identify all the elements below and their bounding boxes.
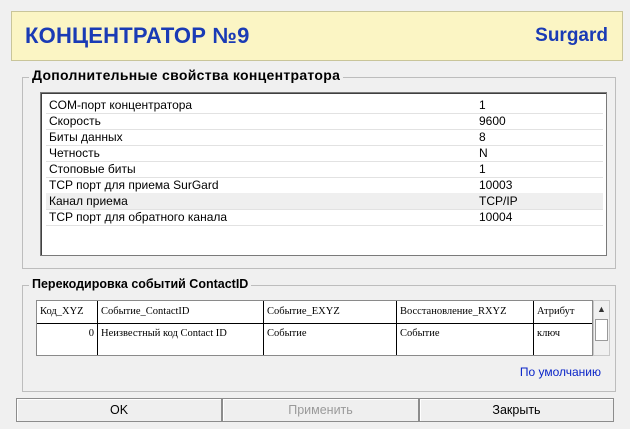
grid-scrollbar[interactable]: ▲ — [593, 300, 610, 356]
property-value: 8 — [479, 130, 486, 144]
close-button[interactable]: Закрыть — [419, 398, 614, 422]
contactid-recode-group: Перекодировка событий ContactID Код_XYZ … — [22, 277, 616, 392]
cell-code[interactable]: 0 — [37, 324, 98, 355]
scroll-thumb[interactable] — [595, 319, 608, 341]
property-name: Четность — [49, 146, 100, 160]
property-value: 10003 — [479, 178, 513, 192]
column-header-attribute[interactable]: Атрибут — [534, 301, 592, 324]
column-header-exyz[interactable]: Событие_EXYZ — [264, 301, 397, 324]
property-row[interactable]: TCP порт для приема SurGard 10003 — [46, 177, 603, 194]
property-value: TCP/IP — [479, 194, 518, 208]
brand-label: Surgard — [535, 25, 608, 46]
property-value: 1 — [479, 98, 486, 112]
hub-title: КОНЦЕНТРАТОР №9 — [25, 23, 250, 48]
title-banner: КОНЦЕНТРАТОР №9 Surgard — [11, 11, 623, 61]
property-name: TCP порт для приема SurGard — [49, 178, 219, 192]
property-row[interactable]: Биты данных 8 — [46, 129, 603, 146]
cell-exyz[interactable]: Событие — [264, 324, 397, 355]
contactid-recode-title: Перекодировка событий ContactID — [29, 277, 252, 291]
property-name: TCP порт для обратного канала — [49, 210, 228, 224]
property-row[interactable]: TCP порт для обратного канала 10004 — [46, 209, 603, 226]
column-header-contactid-event[interactable]: Событие_ContactID — [98, 301, 264, 324]
cell-attribute[interactable]: ключ — [534, 324, 592, 355]
cell-contactid-event[interactable]: Неизвестный код Contact ID — [98, 324, 264, 355]
default-link[interactable]: По умолчанию — [520, 365, 601, 379]
column-header-code[interactable]: Код_XYZ — [37, 301, 98, 324]
cell-rxyz[interactable]: Событие — [397, 324, 534, 355]
recode-grid[interactable]: Код_XYZ Событие_ContactID Событие_EXYZ В… — [36, 300, 593, 356]
apply-button[interactable]: Применить — [222, 398, 419, 422]
scroll-up-icon[interactable]: ▲ — [597, 304, 606, 314]
property-row[interactable]: COM-порт концентратора 1 — [46, 97, 603, 114]
property-row-selected[interactable]: Канал приема TCP/IP — [46, 193, 603, 210]
hub-properties-group: Дополнительные свойства концентратора CO… — [22, 67, 616, 269]
property-value: 10004 — [479, 210, 513, 224]
property-row[interactable]: Четность N — [46, 145, 603, 162]
property-value: N — [479, 146, 488, 160]
property-row[interactable]: Стоповые биты 1 — [46, 161, 603, 178]
property-name: Канал приема — [49, 194, 128, 208]
properties-list[interactable]: COM-порт концентратора 1 Скорость 9600 Б… — [40, 92, 607, 256]
property-name: Биты данных — [49, 130, 123, 144]
ok-button[interactable]: OK — [16, 398, 222, 422]
property-name: COM-порт концентратора — [49, 98, 193, 112]
property-row[interactable]: Скорость 9600 — [46, 113, 603, 130]
property-value: 9600 — [479, 114, 506, 128]
column-header-rxyz[interactable]: Восстановление_RXYZ — [397, 301, 534, 324]
property-name: Стоповые биты — [49, 162, 136, 176]
hub-properties-title: Дополнительные свойства концентратора — [29, 67, 344, 83]
property-value: 1 — [479, 162, 486, 176]
property-name: Скорость — [49, 114, 101, 128]
